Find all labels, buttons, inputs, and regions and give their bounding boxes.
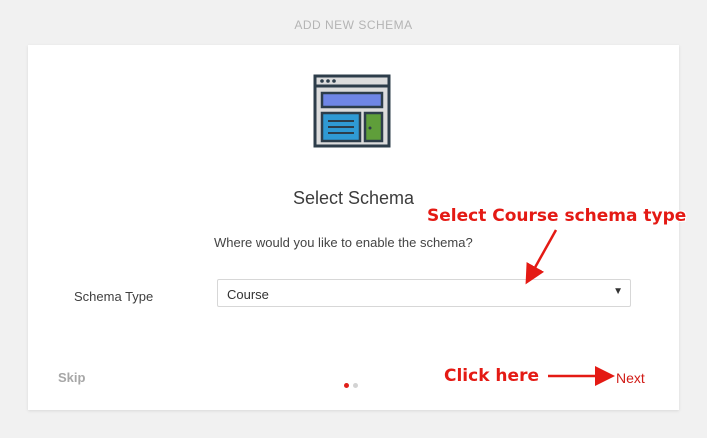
schema-wizard-card: Select Schema Where would you like to en… (28, 45, 679, 410)
step-dot-active (344, 383, 349, 388)
schema-type-label: Schema Type (74, 289, 154, 304)
next-button[interactable]: Next (616, 370, 645, 386)
page-header-title: ADD NEW SCHEMA (294, 18, 413, 32)
schema-type-select[interactable]: Course ▼ (217, 279, 631, 307)
skip-button[interactable]: Skip (58, 370, 85, 385)
card-subtitle: Where would you like to enable the schem… (214, 235, 473, 250)
annotation-select-course: Select Course schema type (427, 206, 687, 226)
step-indicator (344, 375, 362, 393)
annotation-click-here: Click here (444, 366, 539, 386)
dropdown-caret-icon: ▼ (613, 286, 623, 297)
browser-window-icon (313, 74, 391, 148)
schema-type-selected-value: Course (227, 287, 269, 302)
step-dot-inactive (353, 383, 358, 388)
